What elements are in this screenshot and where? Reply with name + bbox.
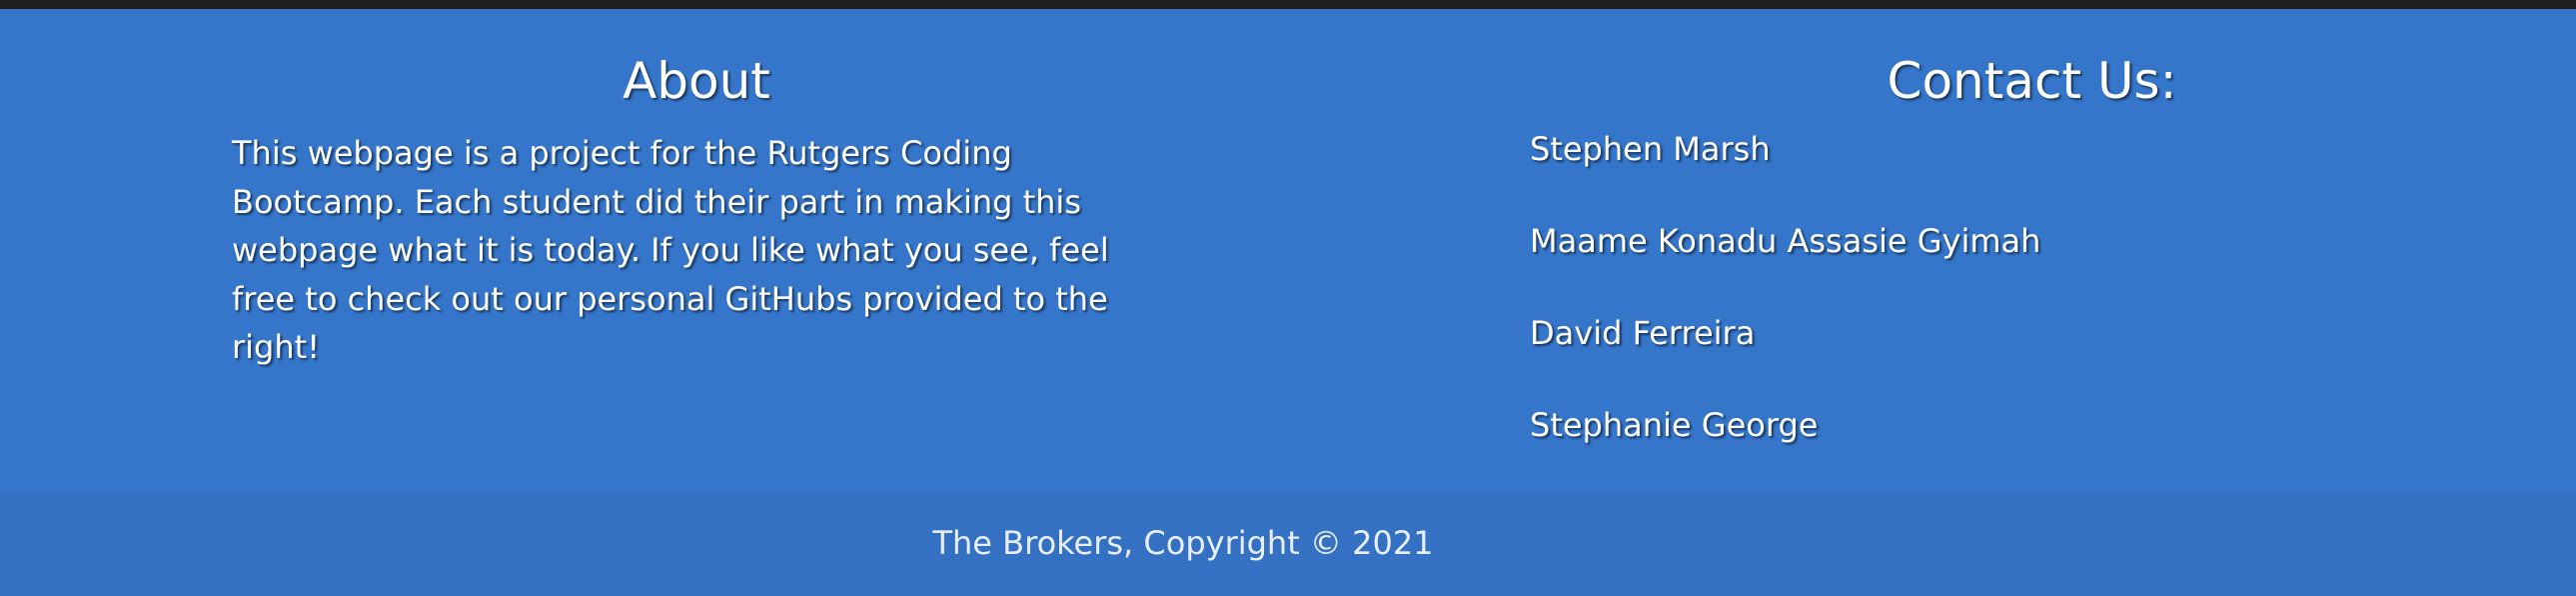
copyright-bar: The Brokers, Copyright © 2021 [0, 493, 2576, 596]
top-border [0, 0, 2576, 9]
footer: About This webpage is a project for the … [0, 9, 2576, 493]
copyright-text: The Brokers, Copyright © 2021 [932, 524, 1434, 562]
contact-link-stephen-marsh[interactable]: Stephen Marsh [1530, 129, 2040, 221]
about-heading: About [623, 52, 770, 110]
contact-link-david-ferreira[interactable]: David Ferreira [1530, 313, 2040, 405]
contact-link-maame-konadu-assasie-gyimah[interactable]: Maame Konadu Assasie Gyimah [1530, 221, 2040, 313]
contact-list: Stephen Marsh Maame Konadu Assasie Gyima… [1530, 129, 2040, 497]
about-text: This webpage is a project for the Rutger… [232, 134, 1109, 366]
contact-link-stephanie-george[interactable]: Stephanie George [1530, 405, 2040, 497]
contact-heading: Contact Us: [1887, 52, 2177, 110]
